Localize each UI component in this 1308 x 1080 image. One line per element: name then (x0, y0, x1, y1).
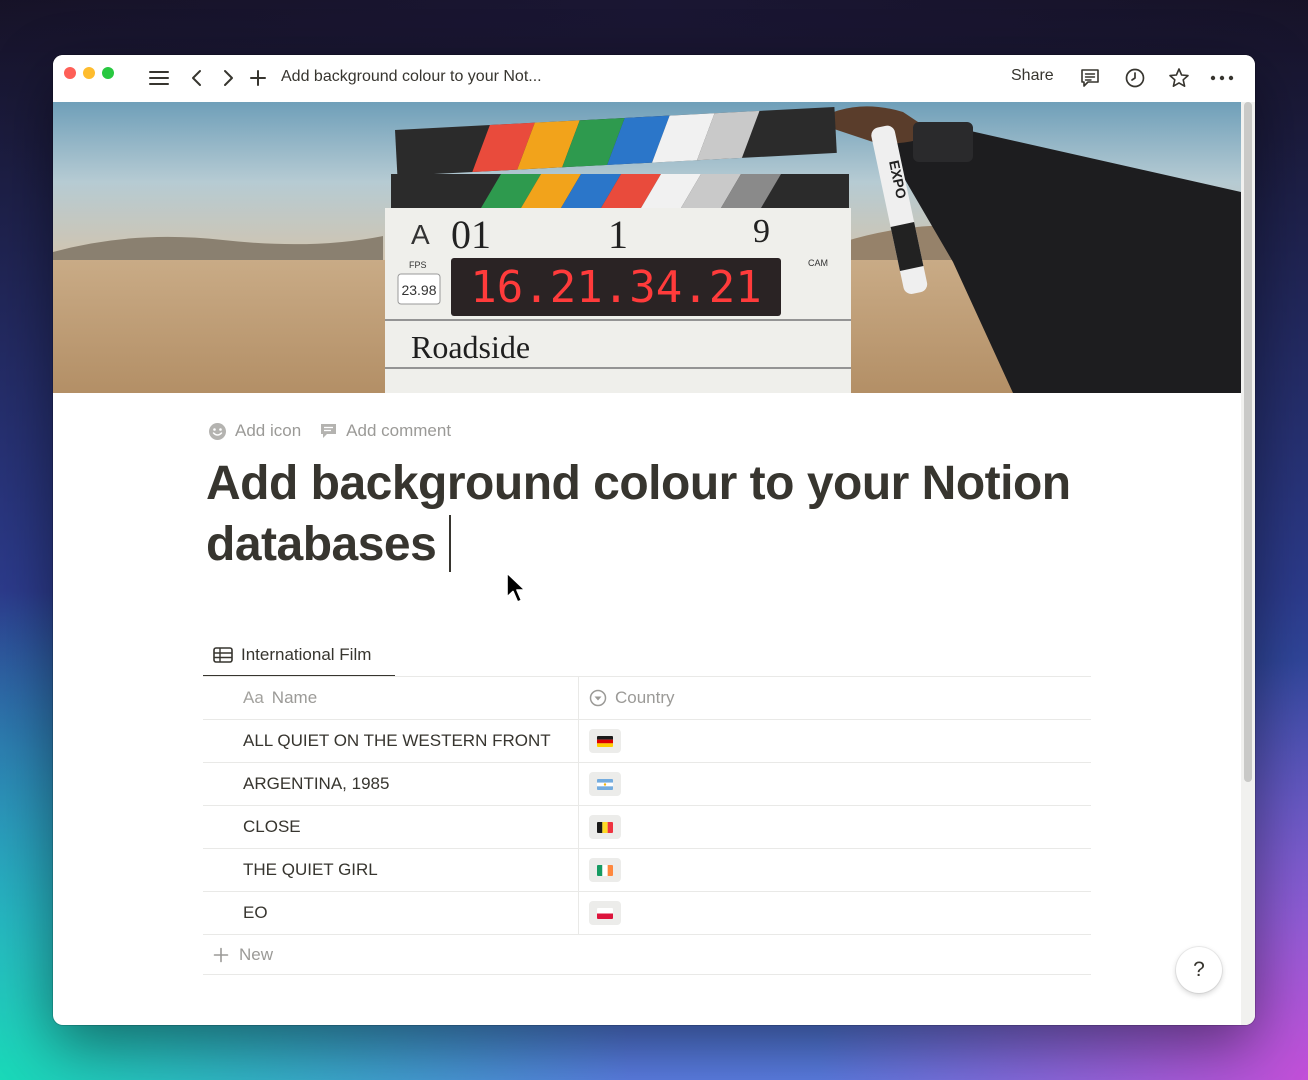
row-country-cell[interactable] (579, 892, 1091, 934)
comments-icon[interactable] (1078, 66, 1102, 90)
table-row[interactable]: ARGENTINA, 1985 (203, 763, 1091, 806)
new-row-label: New (239, 944, 274, 964)
page-cover-image[interactable]: EXPO 16.21.34.21 23.98 FPS CAM A 01 1 9 … (53, 102, 1241, 393)
row-name-cell[interactable]: ALL QUIET ON THE WESTERN FRONT (203, 720, 579, 762)
sidebar-menu-icon[interactable] (147, 66, 171, 90)
page-actions: Add icon Add comment (208, 421, 451, 441)
table-icon (213, 647, 233, 663)
favorite-star-icon[interactable] (1167, 66, 1191, 90)
row-country-cell[interactable] (579, 849, 1091, 891)
new-page-plus-icon[interactable] (246, 66, 270, 90)
country-tag[interactable] (589, 815, 621, 839)
slate-fps-label: FPS (409, 260, 427, 270)
slate-timecode: 16.21.34.21 (470, 262, 761, 313)
belgium-flag-icon (597, 821, 613, 833)
add-comment-button[interactable]: Add comment (319, 421, 451, 441)
page-title[interactable]: Add background colour to your Notion dat… (206, 453, 1126, 575)
table-row[interactable]: EO (203, 892, 1091, 935)
film-slate-illustration: EXPO 16.21.34.21 23.98 FPS CAM A 01 1 9 … (53, 102, 1241, 393)
mouse-pointer-icon (505, 571, 527, 610)
plus-icon (213, 947, 229, 962)
zoom-window-button[interactable] (102, 67, 114, 79)
germany-flag-icon (597, 735, 613, 747)
share-button[interactable]: Share (1011, 67, 1054, 85)
ireland-flag-icon (597, 864, 613, 876)
window-controls (64, 67, 114, 79)
select-property-icon (589, 689, 607, 707)
close-window-button[interactable] (64, 67, 76, 79)
slate-take: 9 (753, 213, 770, 250)
country-tag[interactable] (589, 772, 621, 796)
slate-production: Roadside (411, 329, 530, 365)
row-name-cell[interactable]: THE QUIET GIRL (203, 849, 579, 891)
database-table: Aa Name Country ALL QUIET ON THE WESTERN… (203, 677, 1091, 975)
history-clock-icon[interactable] (1123, 66, 1147, 90)
slate-cam-label: CAM (808, 258, 828, 268)
row-country-cell[interactable] (579, 720, 1091, 762)
page-breadcrumb-title[interactable]: Add background colour to your Not... (281, 68, 542, 86)
add-icon-button[interactable]: Add icon (208, 421, 301, 441)
forward-arrow-icon[interactable] (216, 66, 240, 90)
add-icon-label: Add icon (235, 421, 302, 440)
text-property-icon: Aa (243, 688, 264, 707)
smiley-icon (209, 422, 226, 440)
scrollbar-thumb[interactable] (1244, 102, 1252, 782)
row-name-cell[interactable]: ARGENTINA, 1985 (203, 763, 579, 805)
row-country-cell[interactable] (579, 763, 1091, 805)
add-comment-label: Add comment (346, 421, 452, 440)
more-options-icon[interactable] (1210, 66, 1234, 90)
column-header-country-label: Country (615, 688, 675, 707)
comment-bubble-icon (321, 424, 337, 438)
minimize-window-button[interactable] (83, 67, 95, 79)
country-tag[interactable] (589, 729, 621, 753)
poland-flag-icon (597, 907, 613, 919)
database-view-name: International Film (241, 645, 372, 664)
row-country-cell[interactable] (579, 806, 1091, 848)
new-row-button[interactable]: New (203, 935, 1091, 975)
table-header-row: Aa Name Country (203, 677, 1091, 720)
table-row[interactable]: ALL QUIET ON THE WESTERN FRONT (203, 720, 1091, 763)
text-caret (449, 515, 451, 572)
country-tag[interactable] (589, 858, 621, 882)
country-tag[interactable] (589, 901, 621, 925)
help-button[interactable]: ? (1176, 947, 1222, 993)
app-window: Add background colour to your Not... Sha… (53, 55, 1255, 1025)
table-row[interactable]: THE QUIET GIRL (203, 849, 1091, 892)
slate-scene: 1 (608, 212, 628, 257)
row-name-cell[interactable]: EO (203, 892, 579, 934)
database-view-tab[interactable]: International Film (203, 635, 395, 677)
title-bar: Add background colour to your Not... Sha… (53, 55, 1255, 102)
slate-fps: 23.98 (401, 282, 436, 298)
column-header-country[interactable]: Country (579, 677, 1091, 719)
table-row[interactable]: CLOSE (203, 806, 1091, 849)
row-name-cell[interactable]: CLOSE (203, 806, 579, 848)
slate-scene-number: 01 (451, 212, 491, 257)
argentina-flag-icon (597, 778, 613, 790)
back-arrow-icon[interactable] (185, 66, 209, 90)
slate-roll: A (411, 219, 430, 250)
column-header-name[interactable]: Aa Name (203, 677, 579, 719)
column-header-name-label: Name (271, 688, 318, 707)
